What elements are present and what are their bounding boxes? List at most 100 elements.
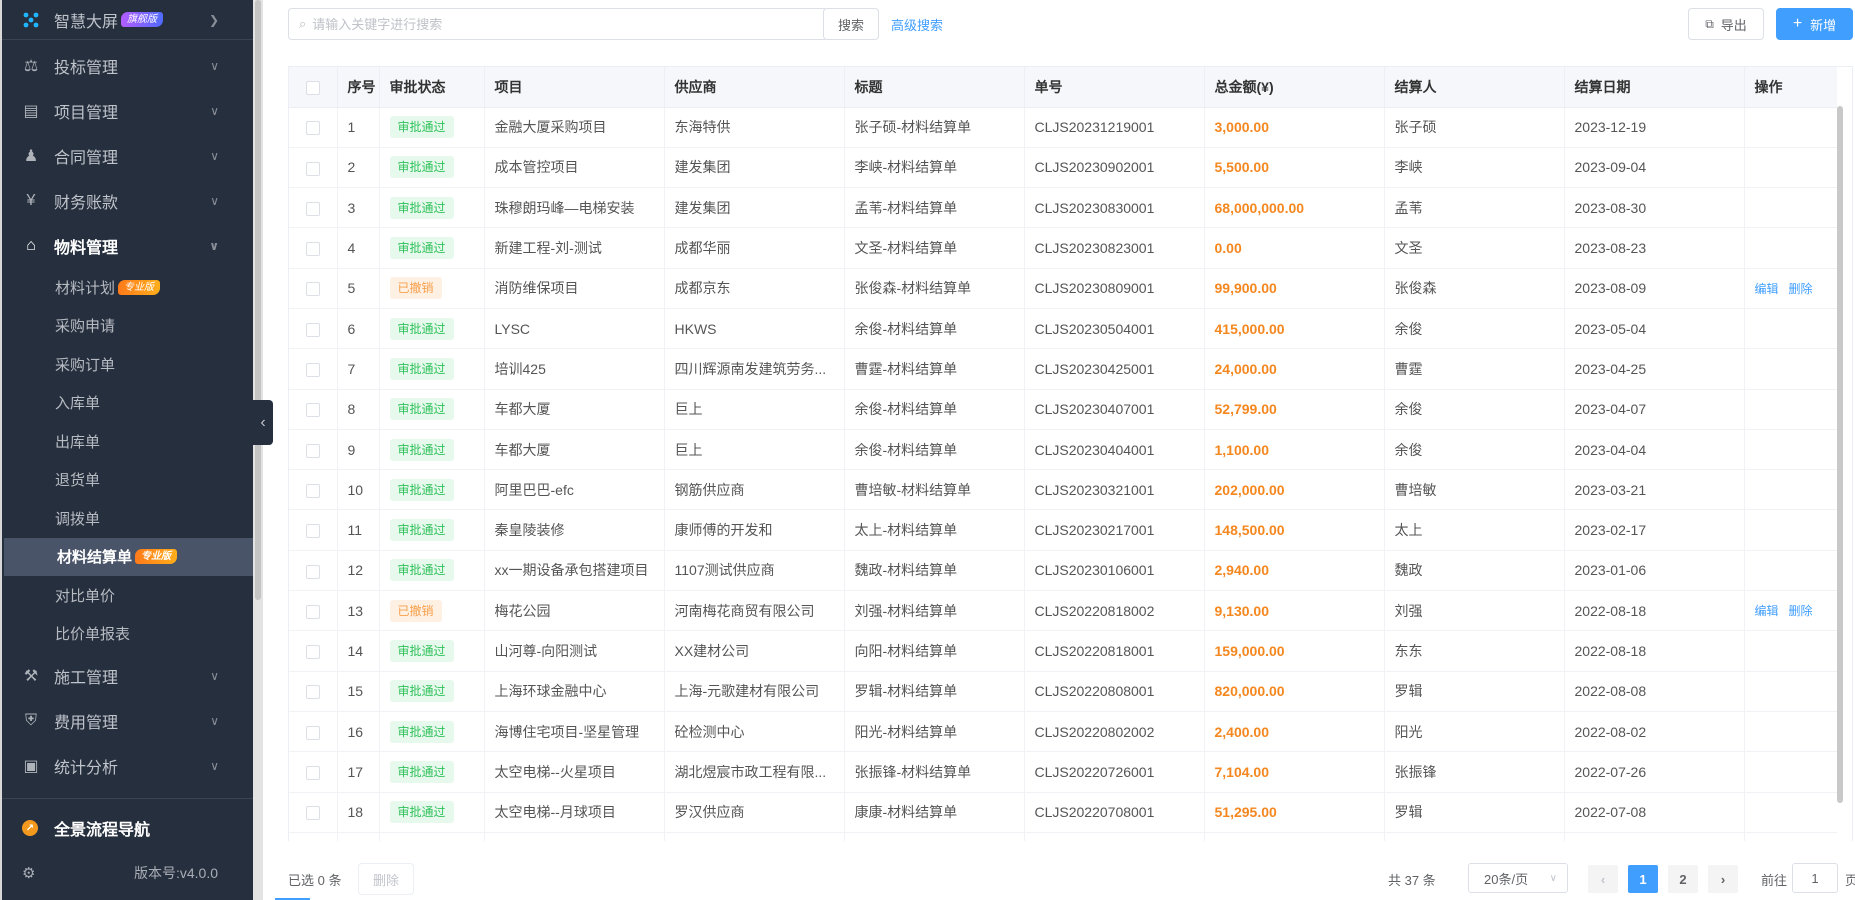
cell-supplier: 罗汉供应商 (664, 792, 845, 833)
table-row[interactable]: 1 审批通过 金融大厦采购项目 东海特供 张子硕-材料结算单 CLJS20231… (289, 107, 1837, 148)
row-checkbox[interactable] (305, 564, 320, 579)
row-checkbox[interactable] (305, 363, 320, 378)
export-button[interactable]: ⧉ 导出 (1688, 8, 1764, 40)
table-row[interactable]: 13 已撤销 梅花公园 河南梅花商贸有限公司 刘强-材料结算单 CLJS2022… (289, 590, 1837, 632)
cell-supplier: 湖北煜宸市政工程有限... (664, 751, 845, 793)
delete-link[interactable]: 删除 (1789, 282, 1813, 296)
sidebar-subitem[interactable]: 退货单 (2, 461, 253, 500)
row-checkbox[interactable] (305, 766, 320, 781)
status-badge: 审批通过 (389, 438, 454, 461)
table-row[interactable]: 19 审批通过 珠江林园 供应商 詹超上-材料结算单 CLJS202207070… (289, 832, 1837, 841)
next-page-button[interactable]: › (1708, 865, 1738, 893)
cell-person: 罗辑 (1384, 671, 1565, 712)
edit-link[interactable]: 编辑 (1755, 282, 1779, 296)
column-header: 序号 (337, 67, 380, 108)
cell-person: 余俊 (1384, 429, 1565, 471)
page-size-select[interactable]: 20条/页 ∨ (1468, 863, 1568, 893)
table-row[interactable]: 3 审批通过 珠穆朗玛峰—电梯安装 建发集团 孟苇-材料结算单 CLJS2023… (289, 187, 1837, 229)
row-checkbox[interactable] (305, 443, 320, 458)
row-checkbox[interactable] (305, 201, 320, 216)
sidebar-menu-tools[interactable]: ⚒ 施工管理 ∨ (2, 653, 253, 698)
table-row[interactable]: 8 审批通过 车都大厦 巨上 余俊-材料结算单 CLJS20230407001 … (289, 389, 1837, 430)
table-row[interactable]: 2 审批通过 成本管控项目 建发集团 李峡-材料结算单 CLJS20230902… (289, 147, 1837, 189)
cell-status: 审批通过 (379, 550, 485, 592)
sidebar-menu-label: 物料管理 (54, 239, 119, 257)
table-scrollbar[interactable] (1836, 106, 1844, 841)
table-row[interactable]: 16 审批通过 海博住宅项目-坚星管理 砼检测中心 阳光-材料结算单 CLJS2… (289, 711, 1837, 753)
row-checkbox[interactable] (305, 403, 320, 418)
goto-page-input[interactable] (1792, 863, 1838, 893)
sidebar-menu-chart-box[interactable]: ▣ 统计分析 ∨ (2, 743, 253, 788)
bulk-delete-button[interactable]: 删除 (358, 863, 414, 895)
search-icon: ⌕ (299, 16, 307, 31)
sidebar-menu-shield-yen[interactable]: ⛨ 费用管理 ∨ (2, 698, 253, 743)
prev-page-button[interactable]: ‹ (1588, 865, 1618, 893)
cell-title: 詹超上-材料结算单 (844, 832, 1025, 841)
sidebar-menu-gavel[interactable]: ⚖ 投标管理 ∨ (2, 43, 253, 88)
table-row[interactable]: 17 审批通过 太空电梯--火星项目 湖北煜宸市政工程有限... 张振锋-材料结… (289, 751, 1837, 793)
select-all-checkbox[interactable] (305, 80, 320, 95)
table-row[interactable]: 9 审批通过 车都大厦 巨上 余俊-材料结算单 CLJS20230404001 … (289, 429, 1837, 471)
cell-amount: 42,550.00 (1204, 832, 1385, 841)
sidebar-subitem[interactable]: 入库单 (2, 384, 253, 423)
cell-amount: 5,500.00 (1204, 147, 1385, 189)
table-row[interactable]: 12 审批通过 xx一期设备承包搭建项目 1107测试供应商 魏政-材料结算单 … (289, 550, 1837, 592)
table-row[interactable]: 4 审批通过 新建工程-刘-测试 成都华丽 文圣-材料结算单 CLJS20230… (289, 227, 1837, 269)
row-checkbox[interactable] (305, 524, 320, 539)
table-row[interactable]: 10 审批通过 阿里巴巴-efc 钢筋供应商 曹培敏-材料结算单 CLJS202… (289, 469, 1837, 511)
search-field[interactable]: ⌕ (288, 8, 828, 40)
row-checkbox[interactable] (305, 483, 320, 498)
sidebar-menu-warehouse[interactable]: ⌂ 物料管理 ∨ (2, 223, 253, 268)
delete-link[interactable]: 删除 (1789, 604, 1813, 618)
sidebar-item-dashboard[interactable]: 智慧大屏 旗舰版 ❯ (2, 0, 253, 40)
cell-supplier: XX建材公司 (664, 630, 845, 672)
row-checkbox[interactable] (305, 242, 320, 257)
cell-supplier: 钢筋供应商 (664, 469, 845, 511)
row-checkbox[interactable] (305, 725, 320, 740)
settings-gear-icon[interactable]: ⚙ (22, 864, 40, 882)
sidebar-scrollbar[interactable] (253, 0, 263, 900)
table-row[interactable]: 7 审批通过 培训425 四川辉源南发建筑劳务... 曹霆-材料结算单 CLJS… (289, 348, 1837, 390)
sidebar-subitem[interactable]: 材料计划 专业版 (2, 268, 253, 307)
row-checkbox[interactable] (305, 282, 320, 297)
sidebar-subitem[interactable]: 采购申请 (2, 307, 253, 346)
pro-badge: 专业版 (118, 279, 161, 295)
status-badge: 审批通过 (389, 801, 454, 824)
sidebar-subitem[interactable]: 调拨单 (2, 499, 253, 538)
sidebar-subitem[interactable]: 材料结算单 专业版 (4, 537, 253, 576)
sidebar-subitem-label: 比价单报表 (55, 626, 131, 644)
row-checkbox[interactable] (305, 685, 320, 700)
advanced-search-link[interactable]: 高级搜索 (891, 15, 943, 34)
search-button[interactable]: 搜索 (823, 8, 879, 40)
sidebar-menu-building[interactable]: ▤ 项目管理 ∨ (2, 88, 253, 133)
page-button-1[interactable]: 1 (1628, 865, 1658, 893)
row-checkbox[interactable] (305, 121, 320, 136)
table-row[interactable]: 6 审批通过 LYSC HKWS 余俊-材料结算单 CLJS2023050400… (289, 308, 1837, 350)
sidebar-menu-money-bag[interactable]: ¥ 财务账款 ∨ (2, 178, 253, 223)
sidebar-subitem[interactable]: 比价单报表 (2, 615, 253, 654)
sidebar-subitem[interactable]: 对比单价 (2, 576, 253, 615)
sidebar-collapse-button[interactable]: ‹ (253, 400, 273, 445)
table-scrollbar-thumb[interactable] (1837, 106, 1843, 803)
table-row[interactable]: 5 已撤销 消防维保项目 成都京东 张俊森-材料结算单 CLJS20230809… (289, 268, 1837, 309)
search-input[interactable] (312, 16, 827, 32)
table-row[interactable]: 18 审批通过 太空电梯--月球项目 罗汉供应商 康康-材料结算单 CLJS20… (289, 792, 1837, 833)
select-all-checkbox-cell (289, 67, 338, 108)
sidebar-subitem[interactable]: 出库单 (2, 422, 253, 461)
row-checkbox[interactable] (305, 806, 320, 821)
row-checkbox[interactable] (305, 604, 320, 619)
edit-link[interactable]: 编辑 (1755, 604, 1779, 618)
page-button-2[interactable]: 2 (1668, 865, 1698, 893)
cell-status: 审批通过 (379, 792, 485, 833)
table-row[interactable]: 14 审批通过 山河尊-向阳测试 XX建材公司 向阳-材料结算单 CLJS202… (289, 630, 1837, 672)
row-checkbox[interactable] (305, 322, 320, 337)
sidebar-subitem[interactable]: 采购订单 (2, 345, 253, 384)
sidebar-scrollbar-thumb[interactable] (255, 0, 261, 600)
cell-person: 魏政 (1384, 550, 1565, 592)
table-row[interactable]: 11 审批通过 秦皇陵装修 康师傅的开发和 太上-材料结算单 CLJS20230… (289, 509, 1837, 551)
table-row[interactable]: 15 审批通过 上海环球金融中心 上海-元歌建材有限公司 罗辑-材料结算单 CL… (289, 671, 1837, 712)
row-checkbox[interactable] (305, 161, 320, 176)
sidebar-menu-stamp[interactable]: ♟ 合同管理 ∨ (2, 133, 253, 178)
row-checkbox[interactable] (305, 645, 320, 660)
add-button[interactable]: + 新增 (1776, 8, 1853, 40)
